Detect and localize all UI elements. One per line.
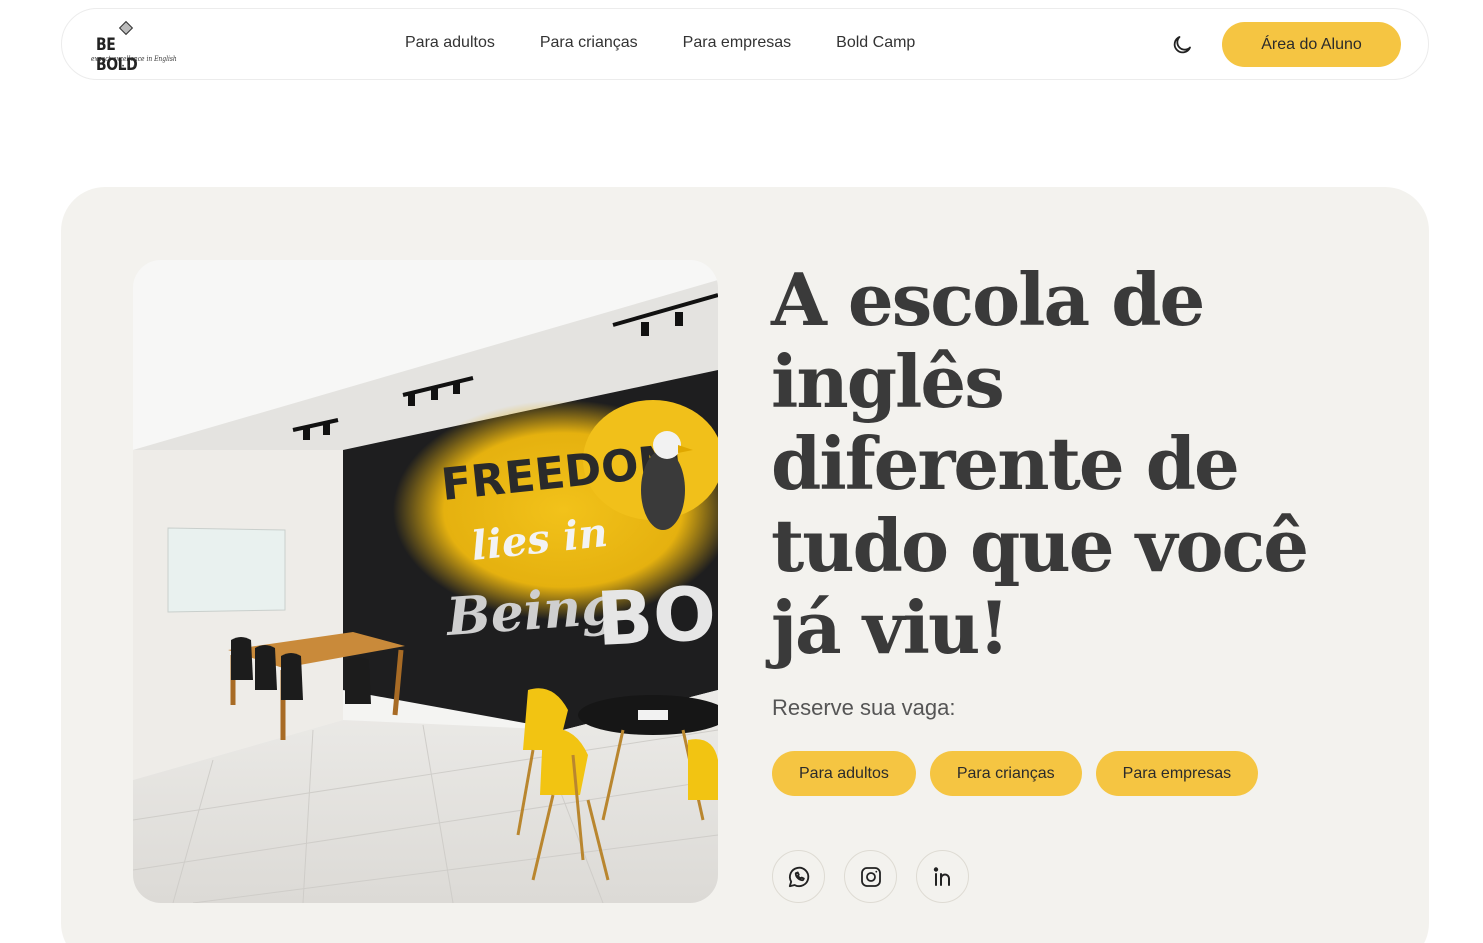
whatsapp-button[interactable] xyxy=(772,850,825,903)
svg-text:Being: Being xyxy=(443,575,620,648)
reserve-companies-button[interactable]: Para empresas xyxy=(1095,751,1259,796)
logo-tagline: expect excellence in English xyxy=(91,55,177,63)
nav-link-children[interactable]: Para crianças xyxy=(540,34,638,52)
linkedin-icon xyxy=(933,866,950,886)
svg-text:BOL: BOL xyxy=(594,568,718,663)
linkedin-button[interactable] xyxy=(916,850,969,903)
reserve-buttons: Para adultos Para crianças Para empresas xyxy=(772,751,1259,796)
hero-section: FREEDOM lies in Being BOL A escola de in… xyxy=(61,187,1429,943)
instagram-button[interactable] xyxy=(844,850,897,903)
moon-icon[interactable] xyxy=(1170,33,1194,57)
reserve-children-button[interactable]: Para crianças xyxy=(929,751,1082,796)
student-area-button[interactable]: Área do Aluno xyxy=(1222,22,1401,67)
main-nav: Para adultos Para crianças Para empresas… xyxy=(405,34,915,52)
nav-link-companies[interactable]: Para empresas xyxy=(683,34,792,52)
nav-link-bold-camp[interactable]: Bold Camp xyxy=(836,34,915,52)
logo-dots: • • • xyxy=(122,64,137,70)
reserve-label: Reserve sua vaga: xyxy=(772,695,956,720)
school-interior-photo: FREEDOM lies in Being BOL xyxy=(133,260,718,903)
site-header: BE BOLD expect excellence in English • •… xyxy=(61,8,1429,80)
instagram-icon xyxy=(860,866,881,887)
reserve-adults-button[interactable]: Para adultos xyxy=(772,751,916,796)
whatsapp-icon xyxy=(788,866,809,887)
social-links xyxy=(772,850,969,903)
be-bold-logo[interactable]: BE BOLD expect excellence in English • •… xyxy=(88,20,177,75)
hero-headline: A escola de inglês diferente de tudo que… xyxy=(771,257,1309,670)
logo-diamond-icon xyxy=(118,20,134,36)
nav-link-adults[interactable]: Para adultos xyxy=(405,34,495,52)
